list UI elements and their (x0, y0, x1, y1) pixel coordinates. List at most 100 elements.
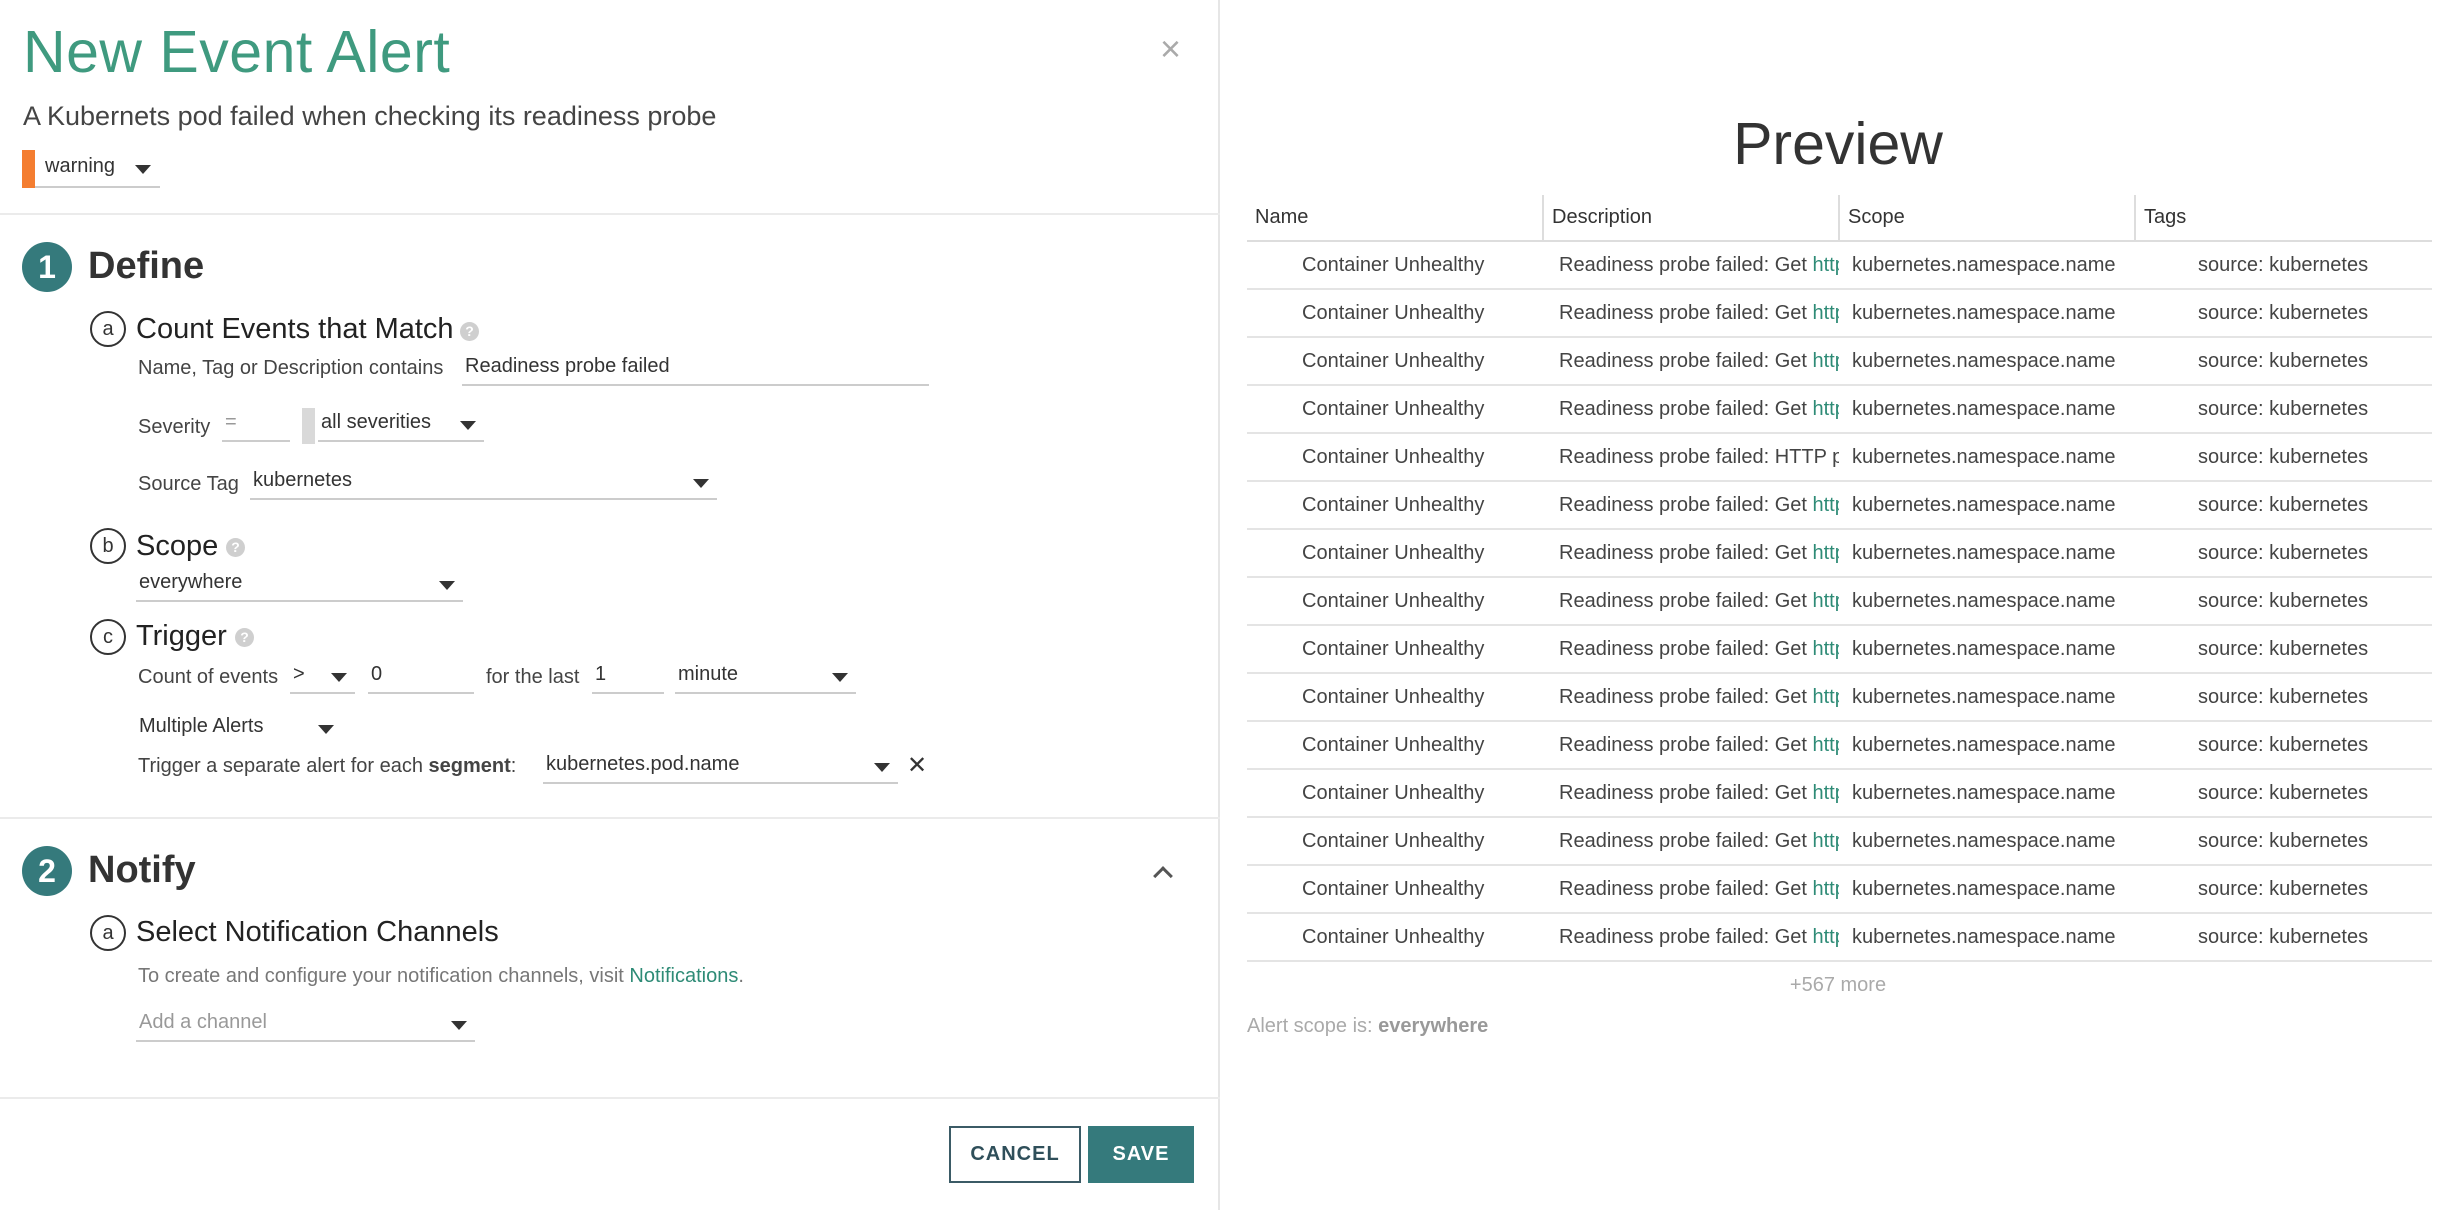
segment-select[interactable]: kubernetes.pod.name (543, 750, 898, 784)
save-button[interactable]: SAVE (1088, 1126, 1194, 1183)
divider (0, 1097, 1220, 1099)
description-text: Readiness probe failed: Get (1559, 925, 1813, 948)
description-link[interactable]: http (1813, 638, 1840, 660)
description-link[interactable]: http (1813, 494, 1840, 516)
table-row[interactable]: Container Unhealthy Readiness probe faile… (1247, 577, 2432, 626)
table-row[interactable]: Container Unhealthy Readiness probe faile… (1247, 481, 2432, 530)
table-row[interactable]: Container Unhealthy Readiness probe faile… (1247, 721, 2432, 770)
trigger-operator-value: > (293, 663, 305, 685)
chevron-up-icon[interactable] (1153, 866, 1173, 886)
cell-tags: source: kubernetes (2135, 913, 2432, 962)
trigger-duration-input[interactable]: 1 (592, 660, 664, 694)
segment-label-bold: segment (428, 755, 511, 777)
table-row[interactable]: Container Unhealthy Readiness probe faile… (1247, 769, 2432, 818)
notifications-link[interactable]: Notifications (629, 965, 738, 987)
description-link[interactable]: http (1813, 782, 1840, 804)
cancel-button[interactable]: CANCEL (949, 1126, 1081, 1183)
description-link[interactable]: http (1813, 686, 1840, 708)
scope-select[interactable]: everywhere (136, 568, 463, 602)
preview-panel: Preview Name Description Scope Tags Cont… (1222, 0, 2454, 1210)
description-link[interactable]: http (1813, 830, 1840, 852)
more-events-link[interactable]: +567 more (1222, 974, 2454, 997)
help-icon[interactable]: ? (460, 322, 479, 341)
remove-segment-icon[interactable]: ✕ (907, 751, 927, 780)
table-row[interactable]: Container Unhealthy Readiness probe faile… (1247, 865, 2432, 914)
cell-description: Readiness probe failed: Get http (1543, 673, 1840, 722)
table-row[interactable]: Container Unhealthy Readiness probe faile… (1247, 817, 2432, 866)
cell-description: Readiness probe failed: Get http (1543, 769, 1840, 818)
column-header-tags[interactable]: Tags (2135, 195, 2432, 242)
divider (0, 213, 1220, 215)
description-link[interactable]: http (1813, 398, 1840, 420)
trigger-operator-select[interactable]: > (290, 660, 355, 694)
cell-description: Readiness probe failed: Get http (1543, 385, 1840, 434)
notification-help-text: To create and configure your notificatio… (138, 965, 744, 988)
cell-tags: source: kubernetes (2135, 625, 2432, 674)
description-link[interactable]: http (1813, 926, 1840, 948)
description-link[interactable]: http (1813, 734, 1840, 756)
table-row[interactable]: Container Unhealthy Readiness probe faile… (1247, 913, 2432, 962)
cell-scope: kubernetes.namespace.name (1839, 817, 2135, 866)
description-link[interactable]: http (1813, 542, 1840, 564)
description-text: Readiness probe failed: Get (1559, 589, 1813, 612)
description-text: Readiness probe failed: HTTP p (1559, 445, 1839, 468)
table-row[interactable]: Container Unhealthy Readiness probe faile… (1247, 289, 2432, 338)
cell-description: Readiness probe failed: HTTP p (1543, 433, 1839, 482)
table-row[interactable]: Container Unhealthy Readiness probe faile… (1247, 529, 2432, 578)
column-header-description[interactable]: Description (1543, 195, 1840, 242)
description-text: Readiness probe failed: Get (1559, 397, 1813, 420)
match-input[interactable]: Readiness probe failed (462, 352, 929, 386)
table-row[interactable]: Container Unhealthy Readiness probe faile… (1247, 673, 2432, 722)
table-row[interactable]: Container Unhealthy Readiness probe faile… (1247, 625, 2432, 674)
notification-help-prefix: To create and configure your notificatio… (138, 965, 630, 987)
alert-mode-select[interactable]: Multiple Alerts (136, 712, 342, 746)
trigger-unit-select[interactable]: minute (675, 660, 856, 694)
table-row[interactable]: Container Unhealthy Readiness probe faile… (1247, 337, 2432, 386)
severity-filter-value: all severities (321, 411, 432, 433)
alert-form-panel: New Event Alert × A Kubernets pod failed… (0, 0, 1220, 1210)
cell-tags: source: kubernetes (2135, 385, 2432, 434)
description-link[interactable]: http (1813, 350, 1840, 372)
help-icon[interactable]: ? (226, 538, 245, 557)
cell-tags: source: kubernetes (2135, 481, 2432, 530)
cell-name: Container Unhealthy (1247, 241, 1543, 290)
severity-filter-select[interactable]: all severities (318, 408, 484, 442)
count-of-events-label: Count of events (138, 666, 279, 688)
description-link[interactable]: http (1813, 302, 1840, 324)
chevron-down-icon (331, 673, 347, 682)
cell-scope: kubernetes.namespace.name (1839, 337, 2135, 386)
substep-letter: a (90, 311, 126, 347)
table-row[interactable]: Container Unhealthy Readiness probe faile… (1247, 433, 2432, 482)
description-text: Readiness probe failed: Get (1559, 253, 1813, 276)
notification-channels-title: Select Notification Channels (136, 916, 499, 948)
add-channel-select[interactable]: Add a channel (136, 1008, 475, 1042)
severity-select[interactable]: warning (22, 150, 160, 188)
column-header-name[interactable]: Name (1247, 195, 1544, 242)
cell-tags: source: kubernetes (2135, 817, 2432, 866)
column-header-scope[interactable]: Scope (1839, 195, 2136, 242)
description-link[interactable]: http (1813, 878, 1840, 900)
chevron-down-icon (135, 165, 151, 174)
cell-description: Readiness probe failed: Get http (1543, 481, 1840, 530)
trigger-threshold-input[interactable]: 0 (368, 660, 474, 694)
alert-description[interactable]: A Kubernets pod failed when checking its… (23, 101, 716, 132)
description-link[interactable]: http (1813, 254, 1840, 276)
cell-name: Container Unhealthy (1247, 337, 1543, 386)
cell-tags: source: kubernetes (2135, 865, 2432, 914)
source-tag-select[interactable]: kubernetes (250, 466, 717, 500)
close-icon[interactable]: × (1160, 28, 1181, 70)
count-events-title: Count Events that Match (136, 313, 454, 345)
severity-filter-indicator (302, 408, 315, 444)
dialog-title: New Event Alert (23, 19, 451, 85)
cell-name: Container Unhealthy (1247, 289, 1543, 338)
chevron-down-icon (439, 581, 455, 590)
help-icon[interactable]: ? (235, 628, 254, 647)
severity-operator-input[interactable]: = (222, 408, 290, 442)
cell-description: Readiness probe failed: Get http (1543, 721, 1840, 770)
table-row[interactable]: Container Unhealthy Readiness probe faile… (1247, 385, 2432, 434)
table-header-row: Name Description Scope Tags (1247, 195, 2432, 242)
description-link[interactable]: http (1813, 590, 1840, 612)
description-text: Readiness probe failed: Get (1559, 637, 1813, 660)
cell-name: Container Unhealthy (1247, 865, 1543, 914)
table-row[interactable]: Container Unhealthy Readiness probe faile… (1247, 241, 2432, 290)
